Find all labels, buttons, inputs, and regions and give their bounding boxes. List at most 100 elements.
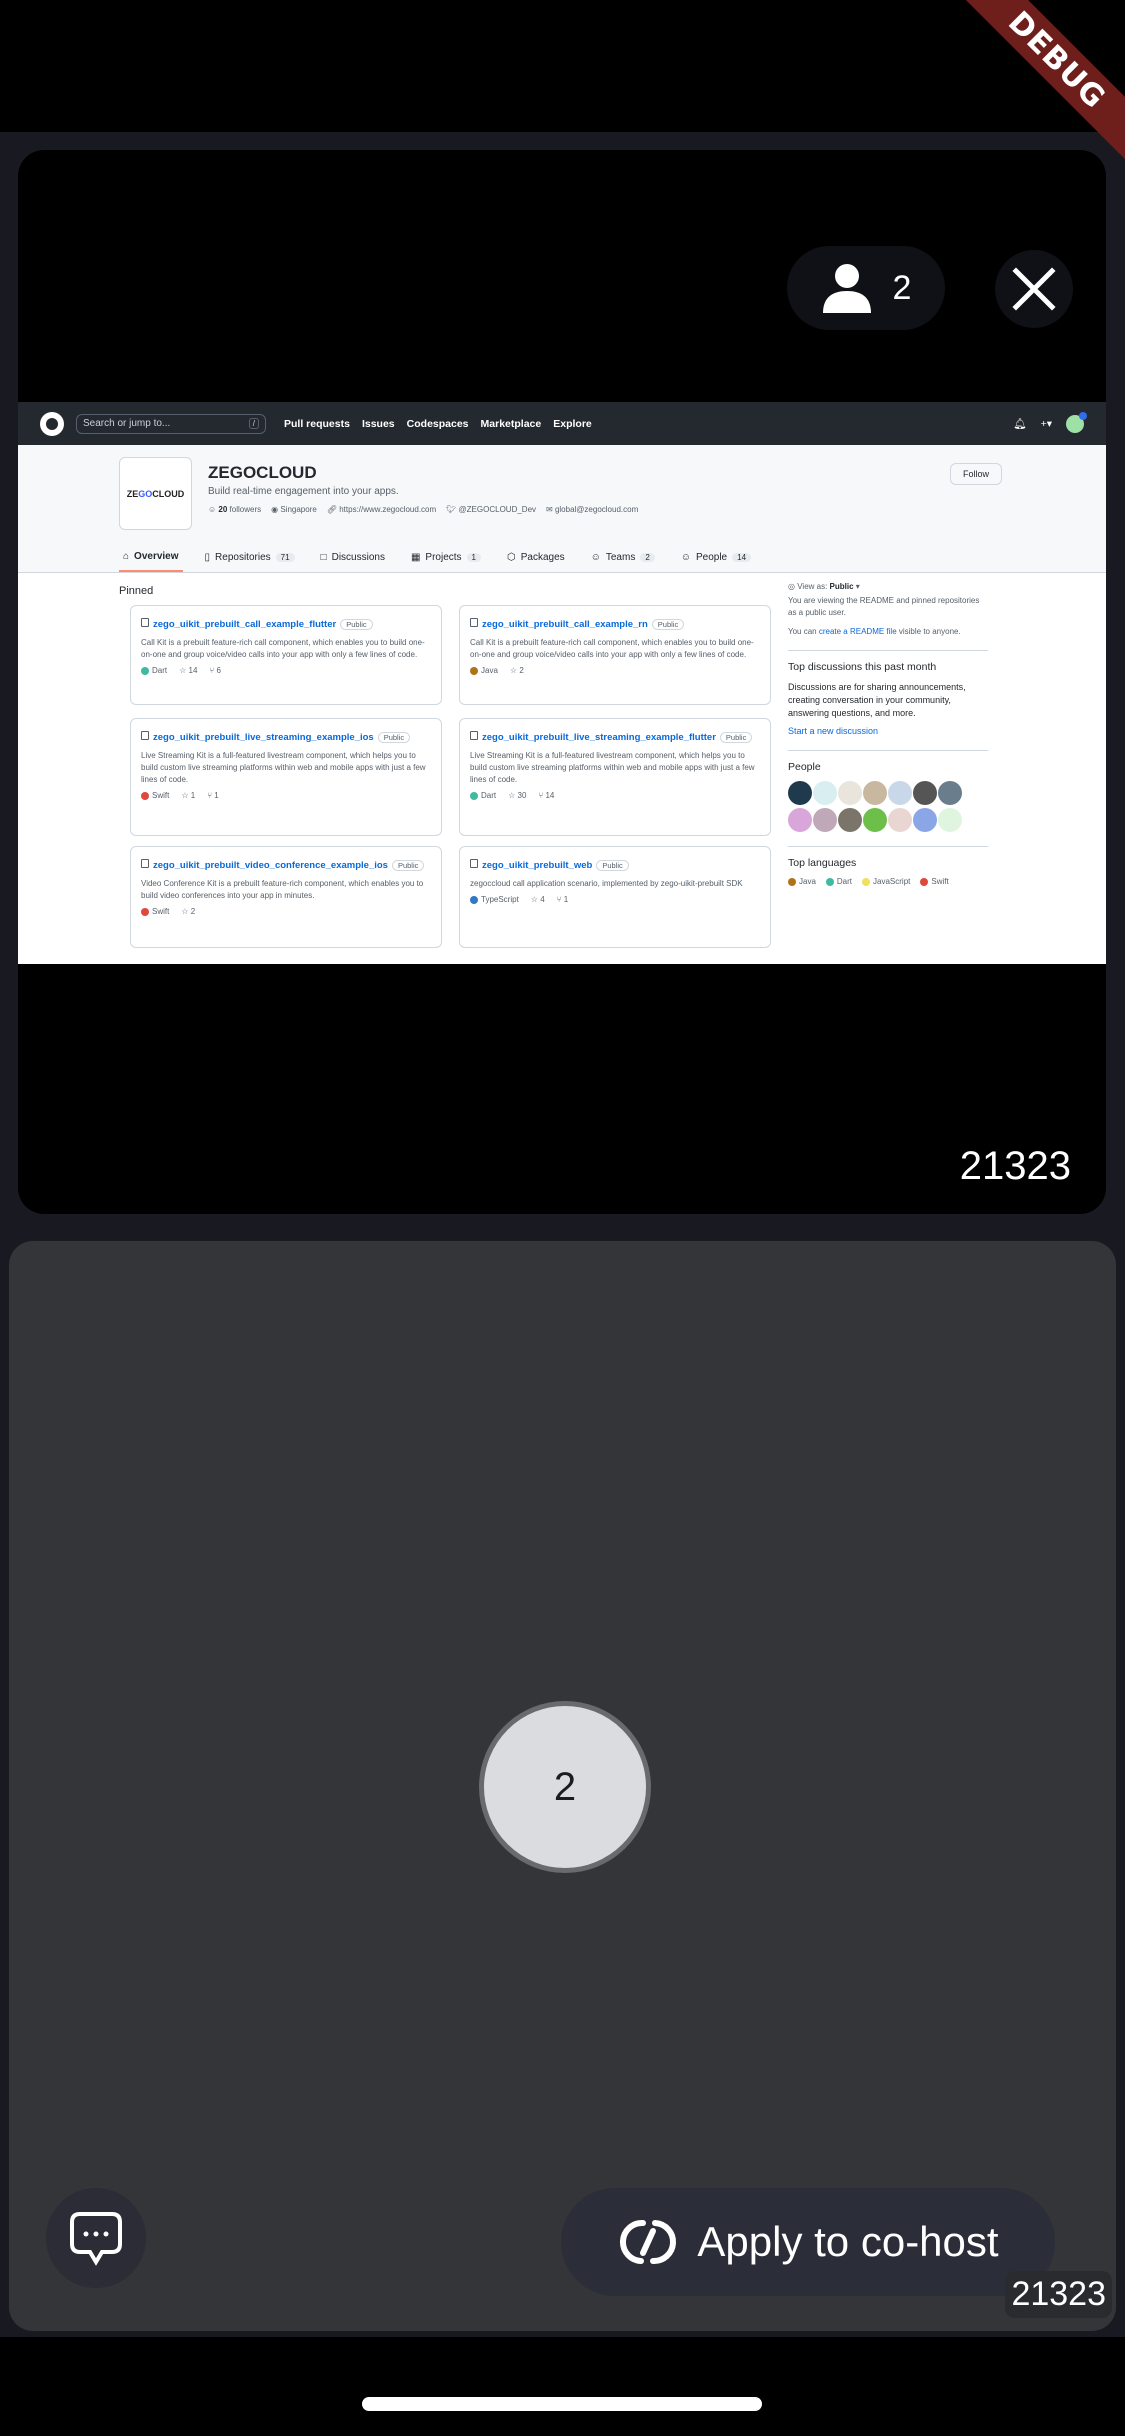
repo-forks[interactable]: ⑂ 14: [538, 791, 554, 800]
home-indicator[interactable]: [362, 2397, 762, 2411]
pinned-repo-card: zego_uikit_prebuilt_live_streaming_examp…: [130, 718, 442, 836]
language-color-dot: [788, 877, 796, 886]
plus-dropdown-icon[interactable]: +▾: [1041, 418, 1052, 430]
repo-stars[interactable]: ☆ 4: [531, 895, 545, 904]
twitter-icon: 🐦︎: [446, 505, 457, 514]
repo-forks[interactable]: ⑂ 6: [209, 666, 221, 675]
person-avatar[interactable]: [888, 781, 912, 805]
start-discussion-link[interactable]: Start a new discussion: [788, 726, 988, 736]
chat-button[interactable]: [46, 2188, 146, 2288]
person-outline-icon: ☺: [680, 552, 691, 563]
fork-icon: ⑂: [538, 791, 544, 800]
twitter-link[interactable]: 🐦︎ @ZEGOCLOUD_Dev: [446, 505, 536, 514]
repo-meta: Swift ☆ 1 ⑂ 1: [141, 791, 431, 800]
divider: [788, 750, 988, 751]
tab-repositories[interactable]: ▯ Repositories 71: [201, 545, 299, 572]
org-meta: ☺ 20 followers ◉ Singapore 🔗︎ https://ww…: [208, 505, 638, 514]
repo-icon: [470, 618, 478, 628]
fork-icon: ⑂: [556, 895, 562, 904]
person-avatar[interactable]: [913, 781, 937, 805]
link-icon: 🔗︎: [326, 505, 337, 514]
pinned-repo-card: zego_uikit_prebuilt_live_streaming_examp…: [459, 718, 771, 836]
person-avatar[interactable]: [813, 808, 837, 832]
github-logo-icon[interactable]: [40, 411, 64, 436]
tab-overview[interactable]: ⌂ Overview: [119, 545, 183, 572]
language-item: JavaScript: [862, 877, 910, 886]
repo-description: Video Conference Kit is a prebuilt featu…: [141, 879, 424, 900]
tab-projects[interactable]: ▦ Projects 1: [407, 545, 485, 572]
repo-name-link[interactable]: zego_uikit_prebuilt_call_example_flutter: [153, 619, 336, 630]
apply-cohost-button[interactable]: Apply to co-host: [561, 2188, 1055, 2296]
website-link[interactable]: 🔗︎ https://www.zegocloud.com: [327, 505, 436, 514]
view-as-dropdown[interactable]: ◎ View as: Public ▾: [788, 582, 988, 591]
chat-bubble-icon: [70, 2212, 122, 2266]
screen-share-view: Search or jump to... / Pull requests Iss…: [18, 402, 1106, 964]
person-avatar[interactable]: [938, 781, 962, 805]
language-item: Java: [788, 877, 816, 886]
person-avatar[interactable]: [863, 808, 887, 832]
repo-name-link[interactable]: zego_uikit_prebuilt_call_example_rn: [482, 619, 648, 630]
repo-name-link[interactable]: zego_uikit_prebuilt_web: [482, 860, 592, 871]
repo-stars[interactable]: ☆ 1: [181, 791, 195, 800]
fork-icon: ⑂: [209, 666, 215, 675]
visibility-badge: Public: [719, 732, 753, 743]
org-header: ZE GO CLOUD ZEGOCLOUD Build real-time enga…: [18, 445, 1106, 573]
nav-explore[interactable]: Explore: [553, 418, 592, 430]
repo-stars[interactable]: ☆ 14: [179, 666, 197, 675]
repo-meta: Swift ☆ 2: [141, 907, 431, 916]
tab-people[interactable]: ☺ People 14: [677, 545, 755, 572]
nav-issues[interactable]: Issues: [362, 418, 395, 430]
person-avatar[interactable]: [788, 781, 812, 805]
repo-name-link[interactable]: zego_uikit_prebuilt_video_conference_exa…: [153, 860, 388, 871]
person-avatar[interactable]: [838, 781, 862, 805]
language-color-dot: [862, 877, 871, 886]
repo-forks[interactable]: ⑂ 1: [207, 791, 219, 800]
person-avatar[interactable]: [888, 808, 912, 832]
repo-stars[interactable]: ☆ 2: [181, 907, 195, 916]
package-icon: ⬡: [506, 552, 516, 563]
repo-name-link[interactable]: zego_uikit_prebuilt_live_streaming_examp…: [482, 732, 716, 743]
repo-language: Dart: [141, 666, 167, 675]
bell-icon[interactable]: 🔔︎: [1013, 417, 1026, 430]
org-sidebar: ◎ View as: Public ▾ You are viewing the …: [788, 582, 988, 886]
repo-stars[interactable]: ☆ 2: [510, 666, 524, 675]
repo-language: TypeScript: [470, 895, 519, 904]
pinned-title: Pinned: [119, 585, 154, 597]
divider: [788, 650, 988, 651]
link-icon: [620, 2219, 677, 2265]
repo-name-link[interactable]: zego_uikit_prebuilt_live_streaming_examp…: [153, 732, 374, 743]
email-link[interactable]: ✉ global@zegocloud.com: [546, 505, 638, 514]
follow-button[interactable]: Follow: [950, 463, 1002, 485]
create-readme-link[interactable]: create a README file: [819, 627, 897, 636]
repo-icon: [470, 859, 478, 869]
person-avatar[interactable]: [813, 781, 837, 805]
org-description: Build real-time engagement into your app…: [208, 486, 399, 497]
tab-teams[interactable]: ☺ Teams 2: [587, 545, 659, 572]
close-button[interactable]: [995, 250, 1073, 328]
github-header: Search or jump to... / Pull requests Iss…: [18, 402, 1106, 445]
audience-count-button[interactable]: 2: [787, 246, 945, 330]
host-video-stage: 2 Search or jump to... / Pull requests I…: [18, 150, 1106, 1214]
nav-marketplace[interactable]: Marketplace: [481, 418, 542, 430]
followers[interactable]: ☺ 20 followers: [208, 505, 261, 514]
nav-pull-requests[interactable]: Pull requests: [284, 418, 350, 430]
visibility-badge: Public: [340, 619, 373, 630]
divider: [788, 846, 988, 847]
language-color-dot: [141, 666, 149, 675]
repo-meta: Dart ☆ 14 ⑂ 6: [141, 666, 431, 675]
repo-stars[interactable]: ☆ 30: [508, 791, 526, 800]
github-search-input[interactable]: Search or jump to... /: [76, 413, 266, 434]
projects-icon: ▦: [410, 552, 421, 563]
nav-codespaces[interactable]: Codespaces: [407, 418, 469, 430]
person-avatar[interactable]: [863, 781, 887, 805]
person-avatar[interactable]: [838, 808, 862, 832]
user-avatar[interactable]: [1066, 411, 1087, 433]
tab-packages[interactable]: ⬡ Packages: [503, 545, 569, 572]
repo-forks[interactable]: ⑂ 1: [557, 895, 569, 904]
person-avatar[interactable]: [788, 808, 812, 832]
person-avatar[interactable]: [938, 808, 962, 832]
person-avatar[interactable]: [913, 808, 937, 832]
close-icon: [1012, 267, 1056, 311]
star-icon: ☆: [509, 666, 518, 675]
tab-discussions[interactable]: □ Discussions: [317, 545, 389, 572]
